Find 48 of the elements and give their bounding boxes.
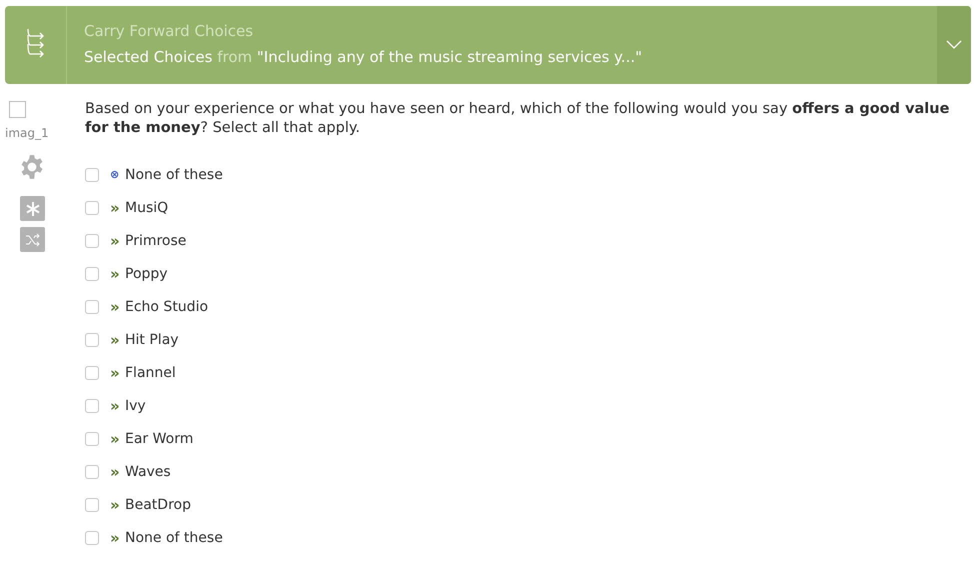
carry-forward-marker: » <box>110 396 121 414</box>
carry-forward-marker: » <box>110 528 121 546</box>
carry-forward-marker: » <box>110 462 121 480</box>
carry-forward-marker: » <box>110 330 121 348</box>
choice-label: Ivy <box>125 398 146 414</box>
choice-label: Ear Worm <box>125 430 194 446</box>
asterisk-icon <box>26 202 40 216</box>
choice-label: BeatDrop <box>125 496 191 512</box>
carry-forward-marker: » <box>110 198 121 216</box>
choice-checkbox[interactable] <box>85 530 99 544</box>
banner-subtitle: Selected Choices from "Including any of the music streaming services y..." <box>84 48 643 66</box>
carry-forward-marker: » <box>110 298 121 316</box>
settings-icon[interactable] <box>19 154 45 180</box>
carry-forward-marker: » <box>110 364 121 382</box>
choice-checkbox[interactable] <box>85 200 99 214</box>
question-text: Based on your experience or what you have seen or heard, which of the following would you say offers a good value for the money? Select all that apply. <box>85 100 950 138</box>
carry-forward-marker: » <box>110 264 121 282</box>
choice-label: Flannel <box>125 364 176 380</box>
carry-forward-marker: » <box>110 496 121 514</box>
choice-checkbox[interactable] <box>85 168 99 182</box>
choice-checkbox[interactable] <box>85 332 99 346</box>
question-id: imag_1 <box>5 126 49 140</box>
choice-checkbox[interactable] <box>85 432 99 446</box>
choice-label: Waves <box>125 464 171 480</box>
choice-checkbox[interactable] <box>85 498 99 512</box>
expand-button[interactable] <box>937 6 971 84</box>
choice-checkbox[interactable] <box>85 234 99 248</box>
choice-label: Poppy <box>125 266 168 282</box>
choice-checkbox[interactable] <box>85 464 99 478</box>
choice-checkbox[interactable] <box>85 300 99 314</box>
choice-label: None of these <box>125 166 223 182</box>
banner-title: Carry Forward Choices <box>84 22 254 40</box>
choice-label: Echo Studio <box>125 298 208 314</box>
choice-label: MusiQ <box>125 200 168 216</box>
required-button[interactable] <box>20 196 45 221</box>
choice-checkbox[interactable] <box>85 398 99 412</box>
choice-label: Hit Play <box>125 332 179 348</box>
choice-label: None of these <box>125 530 223 546</box>
exclusive-marker: ⊗ <box>110 168 120 181</box>
shuffle-button[interactable] <box>20 227 45 252</box>
choice-checkbox[interactable] <box>85 266 99 280</box>
choice-label: Primrose <box>125 232 186 248</box>
question-checkbox[interactable] <box>9 101 26 118</box>
shuffle-icon <box>24 232 40 246</box>
chevron-icon <box>946 40 962 50</box>
carry-forward-marker: » <box>110 430 121 448</box>
choice-checkbox[interactable] <box>85 366 99 380</box>
carry-forward-marker: » <box>110 232 121 250</box>
